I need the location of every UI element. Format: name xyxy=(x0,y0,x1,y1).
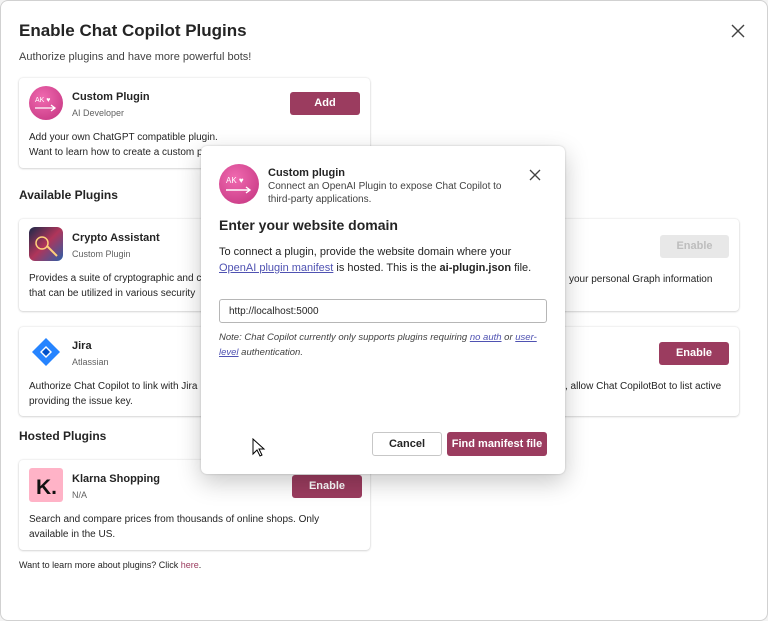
svg-text:K.: K. xyxy=(36,476,57,499)
add-button[interactable]: Add xyxy=(290,92,360,115)
custom-plugin-logo: AK ♥ xyxy=(219,164,259,204)
desc-line: that can be utilized in various security xyxy=(29,288,196,299)
plugin-name: Crypto Assistant xyxy=(72,232,160,244)
crypto-logo xyxy=(29,227,63,261)
plugin-description: Add your own ChatGPT compatible plugin. … xyxy=(29,130,218,160)
svg-text:AK ♥: AK ♥ xyxy=(35,97,50,104)
note-text: authentication. xyxy=(238,347,303,358)
body-text: is hosted. This is the xyxy=(333,262,440,274)
desc-line: Add your own ChatGPT compatible plugin. xyxy=(29,132,218,143)
dialog-subtitle: Authorize plugins and have more powerful… xyxy=(19,51,252,63)
hosted-plugins-heading: Hosted Plugins xyxy=(19,429,107,443)
note-text: or xyxy=(501,332,516,343)
custom-plugin-modal: AK ♥ Custom plugin Connect an OpenAI Plu… xyxy=(201,146,565,474)
plugin-publisher: N/A xyxy=(72,490,88,500)
plugin-name: Custom Plugin xyxy=(72,91,150,103)
plugin-description: your personal Graph information xyxy=(569,274,713,285)
plugin-publisher: AI Developer xyxy=(72,108,125,118)
close-icon[interactable] xyxy=(528,168,542,182)
enable-button[interactable]: Enable xyxy=(659,342,729,365)
body-text: file. xyxy=(511,262,532,274)
plugin-name: Jira xyxy=(72,340,92,352)
desc-line: Search and compare prices from thousands… xyxy=(29,514,320,525)
plug-icon: AK ♥ xyxy=(226,176,252,194)
jira-logo xyxy=(29,335,63,369)
svg-text:AK ♥: AK ♥ xyxy=(226,176,244,185)
desc-line: Want to learn how to create a custom p xyxy=(29,147,203,158)
plugin-name: Klarna Shopping xyxy=(72,473,160,485)
learn-more-footer: Want to learn more about plugins? Click … xyxy=(19,560,201,570)
plugin-description: , allow Chat CopilotBot to list active xyxy=(565,381,722,392)
plugin-description: Authorize Chat Copilot to link with Jira… xyxy=(29,379,197,409)
enable-button[interactable]: Enable xyxy=(292,475,362,498)
desc-line: available in the US. xyxy=(29,529,116,540)
plugin-description: Search and compare prices from thousands… xyxy=(29,512,319,542)
modal-plugin-name: Custom plugin xyxy=(268,167,345,179)
crypto-icon xyxy=(35,236,58,257)
modal-plugin-description: Connect an OpenAI Plugin to expose Chat … xyxy=(268,181,502,205)
dialog-title: Enable Chat Copilot Plugins xyxy=(19,21,247,40)
mouse-cursor-icon xyxy=(252,438,266,457)
modal-heading: Enter your website domain xyxy=(219,217,398,233)
plugin-description: Provides a suite of cryptographic and c … xyxy=(29,271,201,301)
footer-text: Want to learn more about plugins? Click xyxy=(19,560,181,570)
find-manifest-button[interactable]: Find manifest file xyxy=(447,432,547,456)
close-icon[interactable] xyxy=(729,22,747,40)
desc-line: Authorize Chat Copilot to link with Jira xyxy=(29,381,198,392)
footer-end: . xyxy=(198,560,202,570)
custom-plugin-logo: AK ♥ xyxy=(29,86,63,120)
auth-note: Note: Chat Copilot currently only suppor… xyxy=(219,330,549,360)
klarna-logo: K. xyxy=(29,468,63,502)
manifest-link[interactable]: OpenAI plugin manifest xyxy=(219,262,333,274)
note-text: Note: Chat Copilot currently only suppor… xyxy=(219,332,470,343)
body-text: To connect a plugin, provide the website… xyxy=(219,246,512,258)
no-auth-link[interactable]: no auth xyxy=(470,332,502,343)
klarna-icon: K. xyxy=(36,476,57,499)
cancel-button[interactable]: Cancel xyxy=(372,432,442,456)
desc-line: Provides a suite of cryptographic and c xyxy=(29,273,202,284)
plug-icon: AK ♥ xyxy=(35,97,57,112)
website-domain-input[interactable] xyxy=(219,299,547,323)
modal-body-text: To connect a plugin, provide the website… xyxy=(219,244,549,276)
jira-icon xyxy=(32,338,60,366)
body-filename: ai-plugin.json xyxy=(439,262,512,274)
desc-line: providing the issue key. xyxy=(29,396,133,407)
plugin-publisher: Atlassian xyxy=(72,357,109,367)
plugin-publisher: Custom Plugin xyxy=(72,249,131,259)
here-link[interactable]: here xyxy=(181,560,199,570)
available-plugins-heading: Available Plugins xyxy=(19,188,118,202)
enable-button-disabled: Enable xyxy=(660,235,729,258)
